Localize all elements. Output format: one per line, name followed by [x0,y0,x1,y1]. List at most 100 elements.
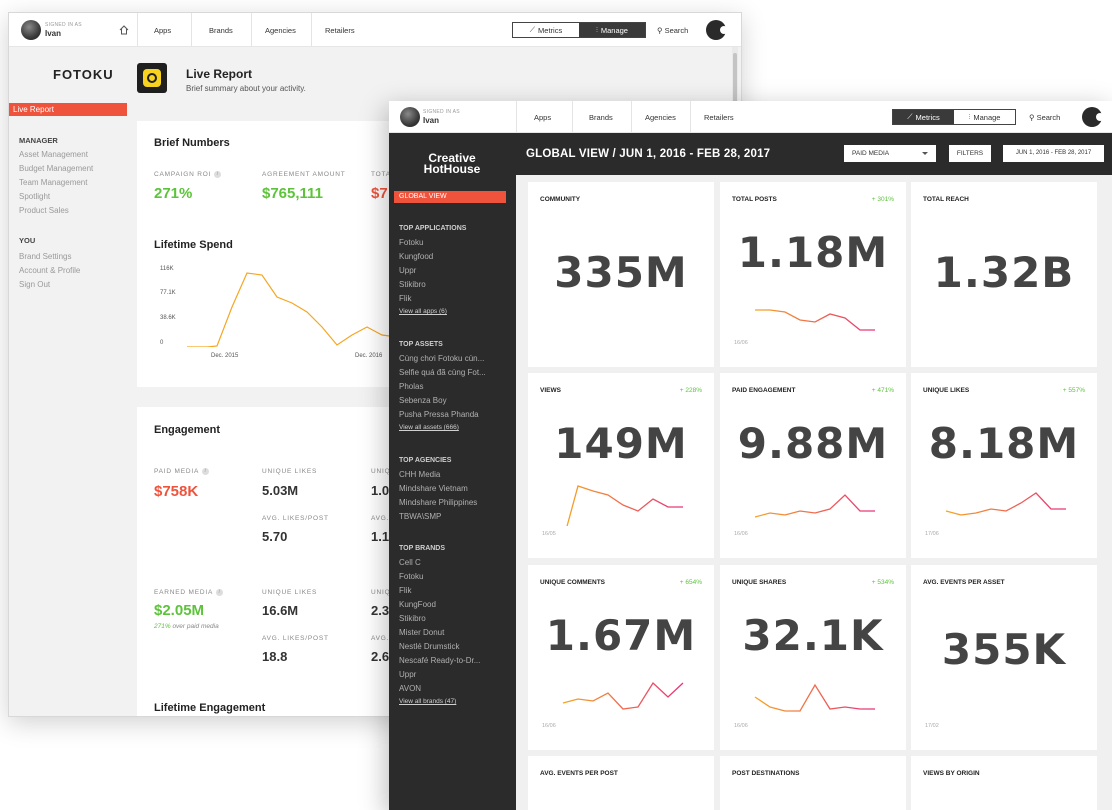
nav-retailers[interactable]: Retailers [325,26,355,35]
sidebar-item-brand[interactable]: Stikibro [399,614,511,623]
metric-date: 16/06 [734,723,748,729]
paid-media-label: PAID MEDIA i [154,468,210,475]
sidebar-item-brand[interactable]: Nestlé Drumstick [399,642,511,651]
filters-button[interactable]: FILTERS [949,145,991,162]
metric-card[interactable]: PAID ENGAGEMENT + 471% 9.88M 16/06 [720,373,906,558]
metric-value: 8.18M [928,419,1080,468]
sidebar-item-product-sales[interactable]: Product Sales [19,206,69,215]
sidebar-item-asset[interactable]: Cùng chơi Fotoku cùn... [399,354,511,363]
sidebar-item-brand[interactable]: Cell C [399,558,511,567]
metric-label: VIEWS BY ORIGIN [923,770,980,777]
sidebar-item-asset[interactable]: Pusha Pressa Phanda [399,410,511,419]
media-type-select[interactable]: PAID MEDIA [844,145,936,162]
date-range-picker[interactable]: JUN 1, 2016 - FEB 28, 2017 [1003,145,1104,162]
metrics-manage-toggle: ⟋ Metrics ⫶ Manage [892,109,1016,125]
paid-col3-value: 1.0 [371,483,390,498]
sidebar-item-asset[interactable]: Pholas [399,382,511,391]
sidebar-item-asset[interactable]: Selfie quá đã cùng Fot... [399,368,511,377]
metric-date: 17/02 [925,723,939,729]
sidebar-item-global-view[interactable]: GLOBAL VIEW [394,191,506,203]
view-all-assets-link[interactable]: View all assets (666) [399,424,459,431]
nav-divider [631,101,632,133]
info-icon[interactable]: i [202,468,210,475]
chevron-down-icon [922,152,928,155]
search-icon: ⚲ [1029,113,1037,122]
sidebar-item-sign-out[interactable]: Sign Out [19,280,50,289]
brief-numbers-title: Brief Numbers [154,137,230,149]
nav-agencies[interactable]: Agencies [645,113,676,122]
app-logo-icon[interactable] [1082,107,1104,127]
metrics-icon: ⟋ [529,25,536,34]
nav-brands[interactable]: Brands [589,113,613,122]
sidebar-item-app[interactable]: Uppr [399,266,511,275]
sidebar-item-spotlight[interactable]: Spotlight [19,192,50,201]
metric-card[interactable]: TOTAL REACH 1.32B [911,182,1097,367]
metrics-icon: ⟋ [907,112,913,121]
metric-label: VIEWS [540,387,561,394]
metrics-button[interactable]: ⟋ Metrics [513,23,579,37]
view-all-brands-link[interactable]: View all brands (47) [399,698,456,705]
sidebar-item-app[interactable]: Flik [399,294,511,303]
search-icon: ⚲ [657,26,665,35]
manage-button[interactable]: ⫶ Manage [579,23,645,37]
metric-card[interactable]: VIEWS BY ORIGIN [911,756,1097,810]
spend-line [187,272,397,347]
sidebar-item-brand[interactable]: Fotoku [399,572,511,581]
manage-button[interactable]: ⫶ Manage [954,110,1015,124]
user-avatar[interactable] [400,107,420,127]
sidebar-item-agency[interactable]: CHH Media [399,470,511,479]
metric-card[interactable]: VIEWS + 228% 149M 16/05 [528,373,714,558]
sidebar-item-brand-settings[interactable]: Brand Settings [19,252,71,261]
user-avatar[interactable] [21,20,41,40]
metric-value: 335M [554,248,688,297]
sidebar-item-asset-management[interactable]: Asset Management [19,150,88,159]
user-name: Ivan [45,29,62,38]
sidebar-item-account-profile[interactable]: Account & Profile [19,266,80,275]
sidebar-item-brand[interactable]: Uppr [399,670,511,679]
sidebar-item-budget-management[interactable]: Budget Management [19,164,93,173]
sidebar-item-app[interactable]: Fotoku [399,238,511,247]
view-all-apps-link[interactable]: View all apps (6) [399,308,447,315]
search-button[interactable]: ⚲ Search [1029,113,1060,122]
nav-agencies[interactable]: Agencies [265,26,296,35]
nav-brands[interactable]: Brands [209,26,233,35]
nav-apps[interactable]: Apps [154,26,171,35]
sidebar-item-agency[interactable]: TBWA\SMP [399,512,511,521]
sidebar-item-brand[interactable]: Flik [399,586,511,595]
sidebar-heading-top-brands: TOP BRANDS [399,545,446,552]
metric-card[interactable]: AVG. EVENTS PER POST [528,756,714,810]
metric-card[interactable]: UNIQUE COMMENTS + 654% 1.67M 16/06 [528,565,714,750]
app-logo-icon[interactable] [706,20,728,40]
metric-card[interactable]: AVG. EVENTS PER ASSET 355K 17/02 [911,565,1097,750]
nav-apps[interactable]: Apps [534,113,551,122]
sidebar-item-team-management[interactable]: Team Management [19,178,87,187]
sidebar-item-brand[interactable]: KungFood [399,600,511,609]
info-icon[interactable]: i [216,589,224,596]
sidebar-item-asset[interactable]: Sebenza Boy [399,396,511,405]
home-icon[interactable] [119,25,129,35]
metric-card[interactable]: COMMUNITY 335M [528,182,714,367]
metric-card[interactable]: TOTAL POSTS + 301% 1.18M 16/06 [720,182,906,367]
metric-value: 1.67M [545,611,697,660]
nav-retailers[interactable]: Retailers [704,113,734,122]
search-button[interactable]: ⚲ Search [657,26,688,35]
sidebar-item-brand[interactable]: Nescafé Ready-to-Dr... [399,656,511,665]
lifetime-spend-title: Lifetime Spend [154,239,233,251]
sparkline [566,485,683,526]
sidebar-item-brand[interactable]: AVON [399,684,511,693]
nav-divider [690,101,691,133]
earned-avg-likes-value: 18.8 [262,649,288,664]
metrics-button[interactable]: ⟋ Metrics [893,110,954,124]
sidebar-item-app[interactable]: Stikibro [399,280,511,289]
metric-delta: + 228% [679,387,702,394]
sidebar-item-agency[interactable]: Mindshare Philippines [399,498,511,507]
sidebar-item-live-report[interactable]: Live Report [9,103,127,116]
metric-card[interactable]: UNIQUE LIKES + 557% 8.18M 17/06 [911,373,1097,558]
metric-card[interactable]: POST DESTINATIONS [720,756,906,810]
metric-card[interactable]: UNIQUE SHARES + 534% 32.1K 16/06 [720,565,906,750]
sidebar-item-brand[interactable]: Mister Donut [399,628,511,637]
sidebar-item-agency[interactable]: Mindshare Vietnam [399,484,511,493]
info-icon[interactable]: i [214,171,222,178]
sidebar-item-app[interactable]: Kungfood [399,252,511,261]
user-name: Ivan [423,116,440,125]
